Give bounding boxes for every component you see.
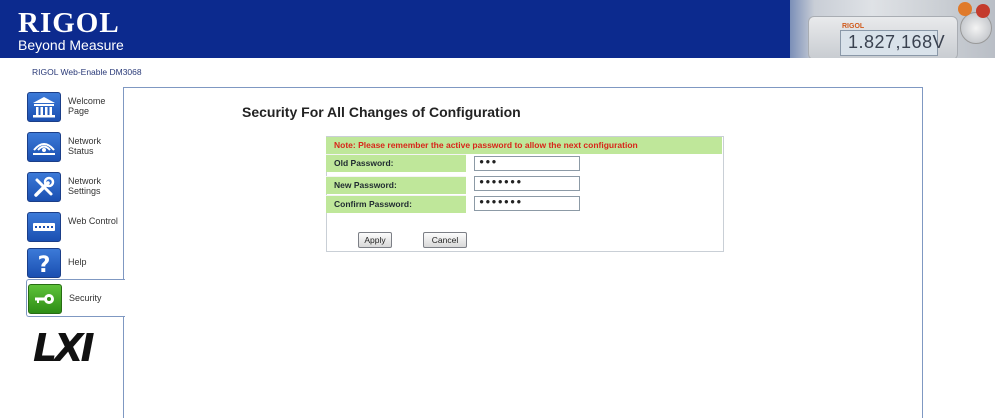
sidebar-item-network-status[interactable]: Network Status <box>27 128 123 162</box>
sidebar-item-label: Security <box>69 293 102 303</box>
meter-jack <box>958 2 972 16</box>
field-label: Confirm Password: <box>334 199 412 209</box>
apply-button[interactable]: Apply <box>358 232 392 248</box>
brand-tagline: Beyond Measure <box>18 37 124 53</box>
new-password-field[interactable]: ••••••• <box>474 176 580 191</box>
old-password-field[interactable]: ••• <box>474 156 580 171</box>
note-text: Note: Please remember the active passwor… <box>334 140 638 150</box>
sidebar-item-web-control[interactable]: Web Control <box>27 208 123 242</box>
tools-icon <box>27 172 61 202</box>
meter-logo: RIGOL <box>842 23 865 30</box>
sidebar-item-label: Welcome Page <box>68 96 106 116</box>
sidebar-item-welcome-page[interactable]: Welcome Page <box>27 88 123 122</box>
meter-jack <box>976 4 990 18</box>
confirm-password-field[interactable]: ••••••• <box>474 196 580 211</box>
sidebar-item-security[interactable]: Security <box>26 279 125 317</box>
sidebar-item-label: Network Settings <box>68 176 102 196</box>
multimeter-image: RIGOL 1.827,168V <box>790 0 995 58</box>
building-icon <box>27 92 61 122</box>
confirm-password-label: Confirm Password: <box>326 195 466 213</box>
breadcrumb: RIGOL Web-Enable DM3068 <box>32 67 142 77</box>
sidebar-item-label: Network Status <box>68 136 102 156</box>
field-label: Old Password: <box>334 158 394 168</box>
sidebar-item-help[interactable]: ? Help <box>27 244 123 278</box>
question-icon: ? <box>27 248 61 278</box>
sidebar-item-network-settings[interactable]: Network Settings <box>27 168 123 202</box>
page-title: Security For All Changes of Configuratio… <box>242 104 521 120</box>
brand-logo: RIGOL Beyond Measure <box>18 7 124 54</box>
header-banner: RIGOL Beyond Measure RIGOL 1.827,168V <box>0 0 995 58</box>
network-status-icon <box>27 132 61 162</box>
sidebar-item-label: Web Control <box>68 216 118 226</box>
meter-reading: 1.827,168V <box>848 32 946 52</box>
new-password-label: New Password: <box>326 176 466 194</box>
password-note: Note: Please remember the active passwor… <box>326 137 722 154</box>
meter-knob <box>960 12 992 44</box>
lxi-logo: LXI <box>33 326 95 370</box>
old-password-label: Old Password: <box>326 154 466 172</box>
key-icon <box>28 284 62 314</box>
cancel-button[interactable]: Cancel <box>423 232 467 248</box>
field-label: New Password: <box>334 180 397 190</box>
keyboard-icon <box>27 212 61 242</box>
sidebar-item-label: Help <box>68 257 87 267</box>
svg-text:?: ? <box>38 253 51 275</box>
brand-name: RIGOL <box>18 7 120 39</box>
